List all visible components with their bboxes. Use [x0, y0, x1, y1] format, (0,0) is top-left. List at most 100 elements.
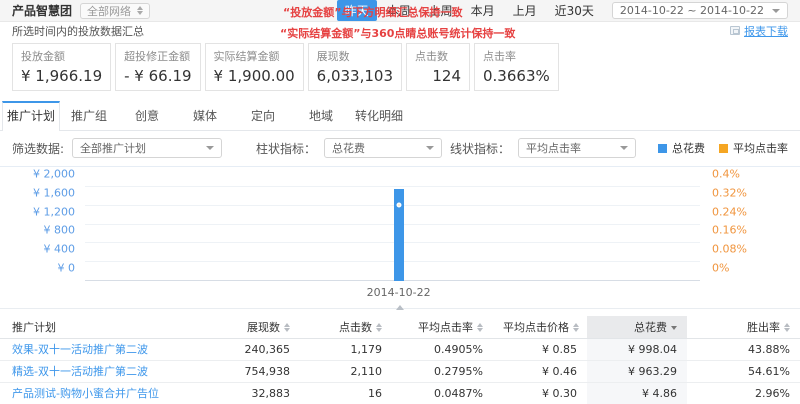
annotation-sub: “实际结算金额”与360点睛总账号统计保持一致 — [280, 27, 516, 40]
date-button-4[interactable]: 上月 — [505, 0, 545, 21]
gridline — [85, 242, 700, 244]
tab-4[interactable]: 定向 — [234, 101, 292, 130]
chart-plot-area: ¥ 0 0% ¥ 400 0.08% ¥ 800 0.16% ¥ 1,200 0.24% ¥ 1… — [33, 168, 747, 300]
legend-label: 平均点击率 — [733, 142, 788, 155]
left-axis-tick: ¥ 0 — [57, 261, 76, 275]
tab-0[interactable]: 推广计划 — [2, 101, 60, 131]
column-header-2[interactable]: 点击数 — [300, 316, 392, 339]
cell: 240,365 — [206, 338, 300, 361]
bar-metric-label: 柱状指标： — [255, 141, 316, 156]
stat-label: 点击数 — [415, 50, 448, 63]
campaign-link[interactable]: 效果-双十一活动推广第二波 — [12, 343, 148, 356]
stat-card-0: 投放金额 ¥ 1,966.19 — [12, 43, 112, 91]
stat-label: 投放金额 — [21, 50, 65, 63]
column-label: 平均点击率 — [418, 320, 473, 334]
cell: ¥ 963.29 — [587, 360, 687, 383]
column-header-4[interactable]: 平均点击价格 — [493, 316, 587, 339]
chevron-up-icon — [396, 305, 404, 310]
stat-card-3: 展现数 6,033,103 — [307, 43, 402, 91]
right-axis-tick: 0% — [712, 261, 730, 275]
legend-item-1: 平均点击率 — [719, 140, 788, 156]
annotation-top: “投放金额”与下方明细汇总保持一致 — [283, 6, 463, 19]
column-label: 推广计划 — [12, 320, 56, 334]
cell: 32,883 — [206, 382, 300, 404]
cell: 2,110 — [300, 360, 392, 383]
campaign-link[interactable]: 精选-双十一活动推广第二波 — [12, 365, 148, 378]
line-metric-select[interactable]: 平均点击率 — [518, 138, 636, 158]
tab-1[interactable]: 推广组 — [60, 101, 118, 130]
column-label: 展现数 — [247, 320, 280, 334]
right-axis-tick: 0.32% — [712, 186, 747, 200]
cell: ¥ 0.85 — [493, 338, 587, 361]
cell: 2.96% — [687, 382, 800, 404]
chevron-down-icon — [206, 146, 215, 150]
tab-3[interactable]: 媒体 — [176, 101, 234, 130]
campaign-link[interactable]: 产品测试-购物小蜜合并广告位 — [12, 387, 159, 400]
filter-label: 筛选数据: — [12, 141, 65, 156]
cell: 54.61% — [687, 360, 800, 383]
date-button-3[interactable]: 本月 — [463, 0, 503, 21]
sort-icon — [573, 323, 579, 333]
column-header-3[interactable]: 平均点击率 — [392, 316, 493, 339]
column-label: 总花费 — [634, 320, 667, 334]
column-header-0: 推广计划 — [0, 316, 206, 339]
cell: ¥ 0.46 — [493, 360, 587, 383]
date-range-picker[interactable]: 2014-10-22 ~ 2014-10-22 — [611, 2, 788, 19]
chart-collapse-toggle[interactable] — [0, 305, 800, 316]
left-axis-tick: ¥ 800 — [43, 223, 76, 237]
legend-item-0: 总花费 — [658, 140, 705, 156]
report-download-link[interactable]: 报表下载 — [730, 23, 788, 39]
date-button-5[interactable]: 近30天 — [547, 0, 602, 21]
network-select[interactable]: 全部网络 — [80, 2, 151, 19]
stat-value: - ¥ 66.19 — [124, 67, 192, 85]
left-axis-tick: ¥ 1,200 — [33, 205, 75, 219]
gridline — [85, 186, 700, 187]
column-header-1[interactable]: 展现数 — [206, 316, 300, 339]
table-header-row: 推广计划 展现数 点击数 平均点击率 平均点击价格 总花费 胜出率 — [0, 316, 800, 339]
line-metric-label: 线状指标： — [449, 141, 510, 156]
right-axis-tick: 0.4% — [712, 167, 740, 181]
table-row: 效果-双十一活动推广第二波 240,365 1,179 0.4905% ¥ 0.85 ¥ … — [0, 338, 800, 361]
plan-filter-select[interactable]: 全部推广计划 — [72, 138, 223, 158]
column-header-6[interactable]: 胜出率 — [687, 316, 800, 339]
right-axis-tick: 0.08% — [712, 242, 747, 256]
right-axis-tick: 0.16% — [712, 223, 747, 237]
right-axis-tick: 0.24% — [712, 205, 747, 219]
stat-card-4: 点击数 124 — [406, 43, 470, 91]
campaign-table: 推广计划 展现数 点击数 平均点击率 平均点击价格 总花费 胜出率 效果-双十一活动推广第二… — [0, 316, 800, 404]
column-label: 平均点击价格 — [503, 320, 569, 334]
cell: 0.2795% — [392, 360, 493, 383]
stat-value: 0.3663% — [483, 67, 550, 85]
stat-value: ¥ 1,900.00 — [213, 67, 295, 85]
ctr-point — [396, 202, 402, 208]
tab-6[interactable]: 转化明细 — [350, 101, 408, 130]
report-tabs: 推广计划 推广组 创意 媒体 定向 地域 转化明细 — [0, 101, 800, 131]
sort-icon — [477, 323, 483, 333]
bar-metric-select[interactable]: 总花费 — [323, 138, 442, 158]
sort-icon — [284, 323, 290, 333]
gridline — [85, 280, 700, 281]
column-header-5[interactable]: 总花费 — [587, 316, 687, 339]
tab-2[interactable]: 创意 — [118, 101, 176, 130]
left-axis-tick: ¥ 1,600 — [33, 186, 75, 200]
cell: 效果-双十一活动推广第二波 — [0, 338, 206, 361]
legend-label: 总花费 — [672, 142, 705, 155]
cell: ¥ 4.86 — [587, 382, 687, 404]
stat-label: 展现数 — [316, 50, 350, 63]
tab-5[interactable]: 地域 — [292, 101, 350, 130]
legend-swatch-icon — [658, 143, 667, 153]
sort-icon — [376, 323, 382, 333]
chart-legend: 总花费 平均点击率 — [658, 140, 788, 156]
cell: 精选-双十一活动推广第二波 — [0, 360, 206, 383]
product-title: 产品智慧团 — [12, 4, 73, 18]
report-download-icon — [730, 26, 740, 35]
filter-bar: 筛选数据: 全部推广计划 柱状指标： 总花费 线状指标： 平均点击率 总花费 平均… — [0, 131, 800, 166]
summary-stats-row: 投放金额 ¥ 1,966.19 超投修正金额 - ¥ 66.19 实际结算金额 ¥ 1,9… — [0, 39, 800, 97]
select-stepper-icon — [137, 6, 144, 15]
cell: 754,938 — [206, 360, 300, 383]
left-axis-tick: ¥ 400 — [43, 242, 76, 256]
trend-chart: ¥ 0 0% ¥ 400 0.08% ¥ 800 0.16% ¥ 1,200 0.24% ¥ 1… — [0, 166, 800, 308]
left-axis-tick: ¥ 2,000 — [33, 167, 75, 181]
stat-label: 点击率 — [483, 50, 516, 63]
column-label: 点击数 — [339, 320, 372, 334]
